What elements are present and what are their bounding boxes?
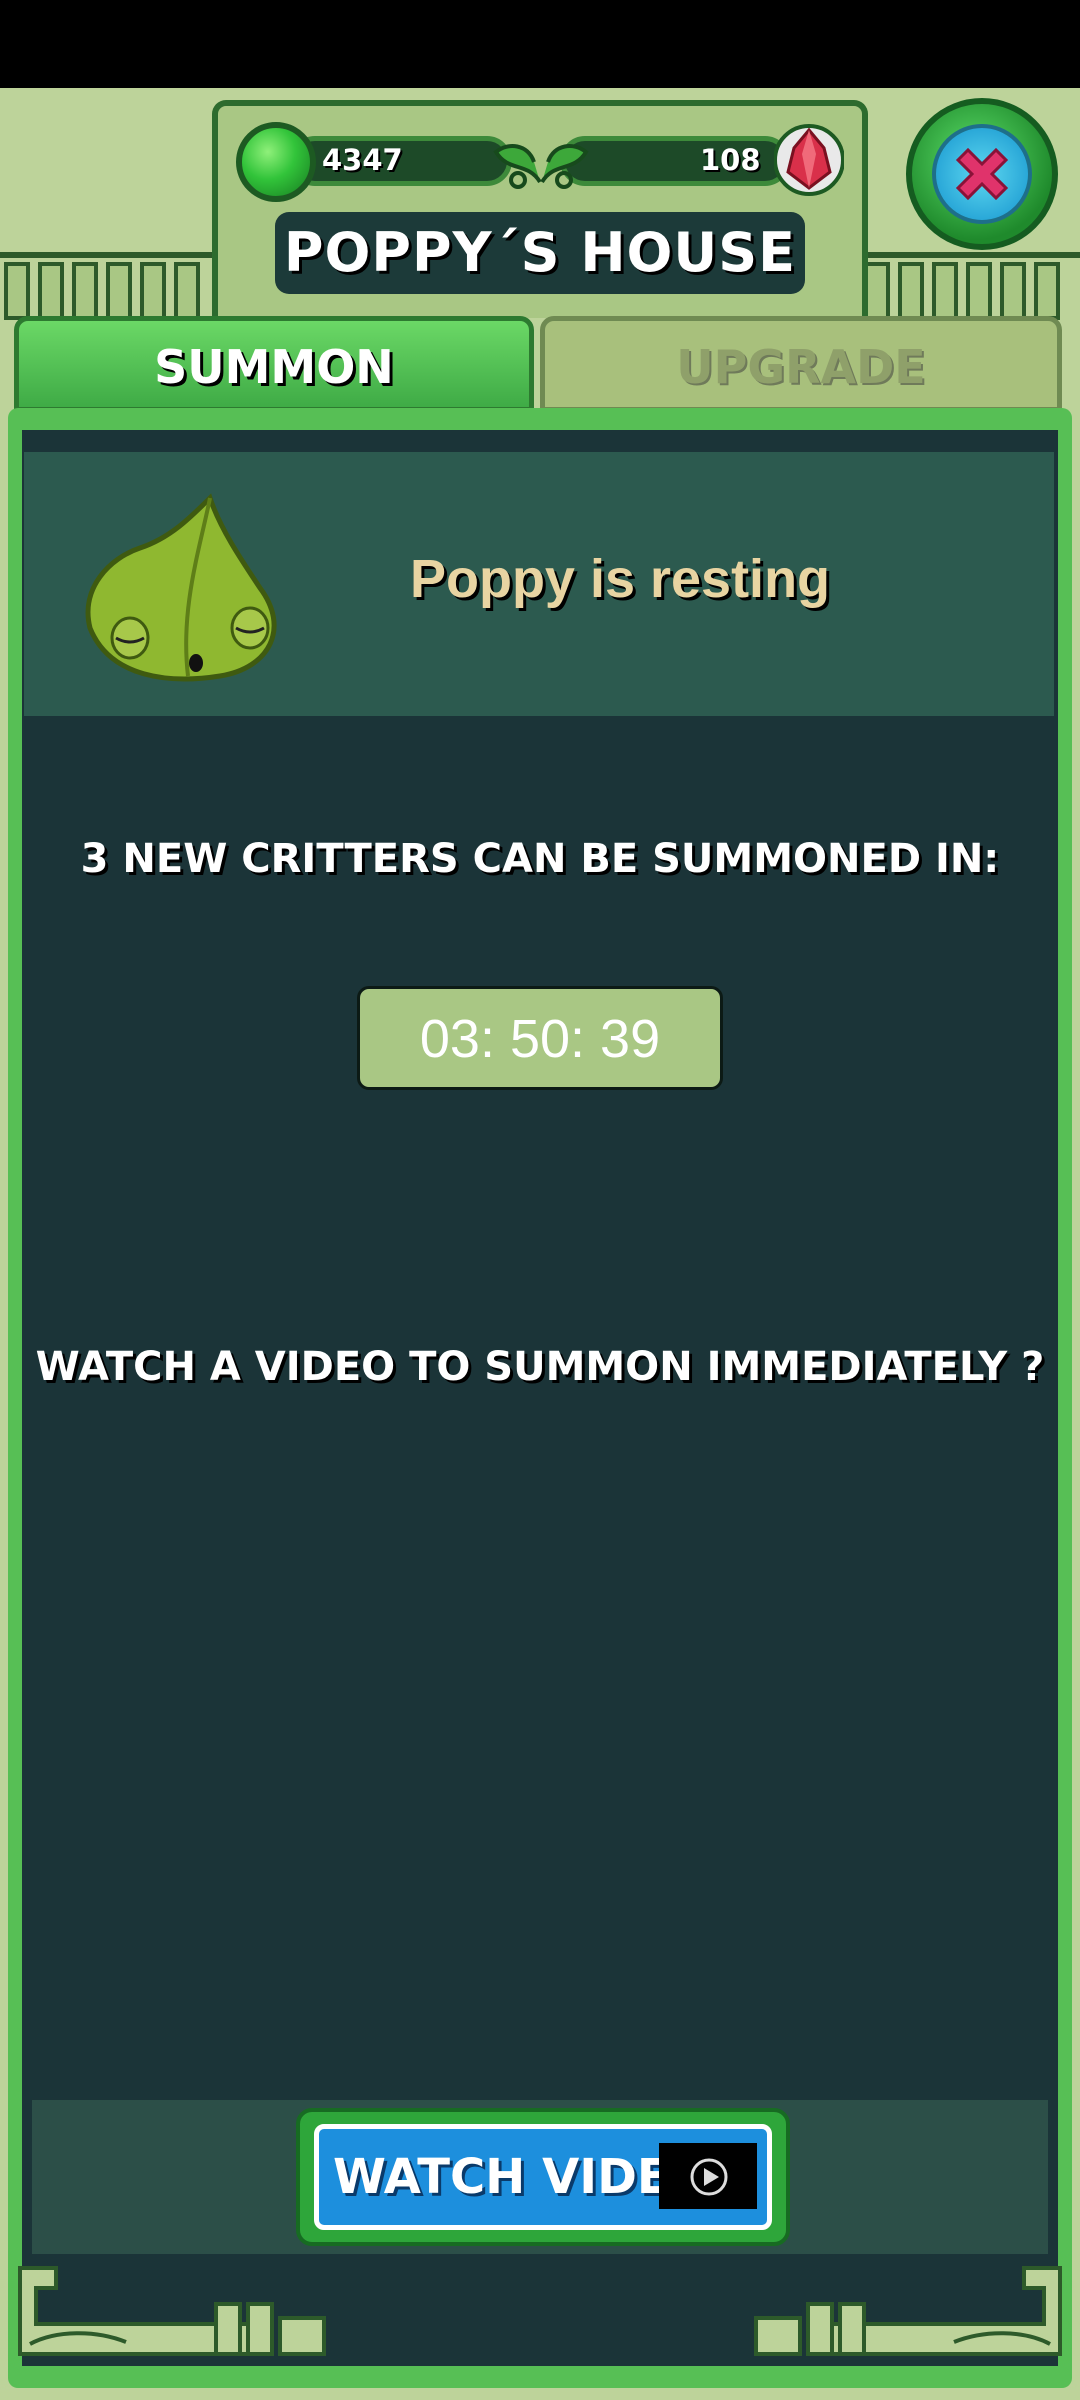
page-title: POPPY´S HOUSE: [275, 212, 805, 294]
fence-right: [860, 262, 1064, 320]
play-icon-box: [659, 2143, 757, 2209]
close-button[interactable]: [906, 98, 1058, 250]
fence-left: [0, 262, 204, 320]
corner-ornament-right: [754, 2266, 1062, 2356]
tab-summon[interactable]: SUMMON: [14, 316, 534, 412]
slime-count: 4347: [322, 143, 403, 177]
summon-info-text: 3 NEW CRITTERS CAN BE SUMMONED IN:: [80, 836, 1000, 882]
close-button-inner: [932, 124, 1032, 224]
main-panel-inner: [22, 430, 1058, 2366]
watch-video-button[interactable]: WATCH VIDEO: [296, 2108, 790, 2246]
leaf-ornament-icon: [493, 144, 589, 189]
tab-upgrade[interactable]: UPGRADE: [540, 316, 1062, 412]
watch-video-button-face: WATCH VIDEO: [314, 2124, 772, 2230]
poppy-critter-sleeping: [85, 493, 277, 682]
close-icon: [955, 147, 1009, 201]
status-bar: [0, 0, 1080, 88]
watch-video-label: WATCH VIDEO: [333, 2149, 711, 2205]
watch-video-prompt: WATCH A VIDEO TO SUMMON IMMEDIATELY ?: [35, 1344, 1045, 1390]
play-icon: [690, 2158, 728, 2196]
corner-ornament-left: [18, 2266, 326, 2356]
green-slime-icon: [236, 122, 316, 202]
red-gem-icon: [774, 124, 844, 196]
gem-count: 108: [700, 143, 761, 177]
critter-status-text: Poppy is resting: [409, 549, 831, 609]
summon-timer: 03: 50: 39: [357, 986, 723, 1090]
